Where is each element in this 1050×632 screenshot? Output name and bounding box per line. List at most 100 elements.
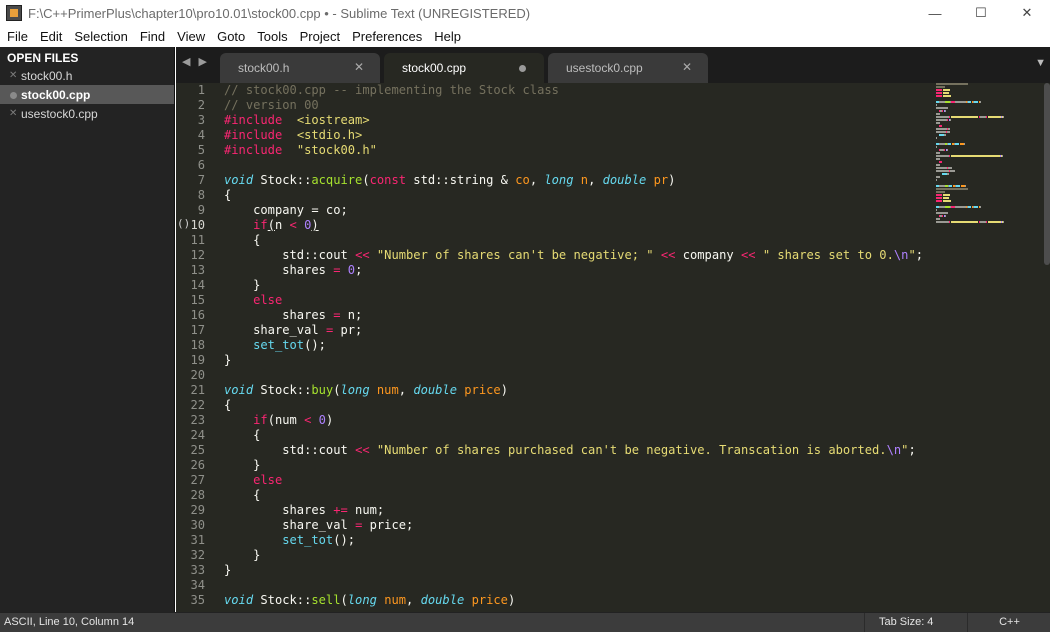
- code-line[interactable]: }: [224, 563, 924, 578]
- code-line[interactable]: }: [224, 353, 924, 368]
- sidebar-file-usestock0-cpp[interactable]: ✕ usestock0.cpp: [0, 104, 174, 123]
- code-line[interactable]: shares += num;: [224, 503, 924, 518]
- code-line[interactable]: {: [224, 188, 924, 203]
- menu-goto[interactable]: Goto: [211, 26, 251, 47]
- code-token: if: [253, 218, 268, 232]
- code-line[interactable]: [224, 158, 924, 173]
- code-token: Stock::: [253, 383, 312, 397]
- tab-prev-icon[interactable]: ◀: [182, 55, 190, 68]
- sidebar-file-stock00-cpp[interactable]: stock00.cpp: [0, 85, 174, 104]
- code-token: ;: [915, 248, 923, 262]
- code-line[interactable]: else: [224, 293, 924, 308]
- code-token: acquire: [311, 173, 363, 187]
- code-line[interactable]: share_val = price;: [224, 518, 924, 533]
- minimap-segment: [936, 158, 940, 160]
- minimap-segment: [936, 146, 937, 148]
- code-line[interactable]: else: [224, 473, 924, 488]
- code-line[interactable]: void Stock::sell(long num, double price): [224, 593, 924, 608]
- code-line[interactable]: {: [224, 233, 924, 248]
- minimap-line: [936, 95, 1046, 97]
- code-line[interactable]: company = co;: [224, 203, 924, 218]
- minimap-line: [936, 188, 1046, 190]
- code-line[interactable]: #include "stock00.h": [224, 143, 924, 158]
- code-line[interactable]: void Stock::buy(long num, double price): [224, 383, 924, 398]
- maximize-button[interactable]: ☐: [958, 0, 1004, 26]
- tab-stock00-cpp[interactable]: stock00.cpp: [384, 53, 544, 83]
- code-line[interactable]: std::cout << "Number of shares purchased…: [224, 443, 924, 458]
- tab-usestock0-cpp[interactable]: usestock0.cpp ✕: [548, 53, 708, 83]
- unsaved-dot-icon[interactable]: [519, 65, 526, 72]
- code-line[interactable]: set_tot();: [224, 533, 924, 548]
- code-token: double: [420, 593, 465, 607]
- tab-close-icon[interactable]: ✕: [354, 60, 364, 74]
- minimap-line: [936, 170, 1046, 172]
- fold-marker-icon[interactable]: (): [177, 217, 190, 230]
- tab-navigation: ◀ ▶: [176, 55, 221, 68]
- code-line[interactable]: if(n < 0): [224, 218, 924, 233]
- syntax-selector[interactable]: C++: [969, 616, 1050, 628]
- code-line[interactable]: {: [224, 488, 924, 503]
- code-token: "Number of shares can't be negative; ": [376, 248, 654, 262]
- tab-next-icon[interactable]: ▶: [198, 55, 206, 68]
- tab-stock00-h[interactable]: stock00.h ✕: [220, 53, 380, 83]
- menu-find[interactable]: Find: [134, 26, 171, 47]
- menu-project[interactable]: Project: [294, 26, 346, 47]
- line-number: 12: [190, 248, 205, 262]
- minimap-line: [936, 128, 1046, 130]
- line-number: 11: [190, 233, 205, 247]
- line-number: 27: [190, 473, 205, 487]
- code-line[interactable]: shares = n;: [224, 308, 924, 323]
- minimap-line: [936, 173, 1046, 175]
- close-file-icon[interactable]: ✕: [9, 70, 21, 81]
- code-token: ): [507, 593, 516, 607]
- code-line[interactable]: [224, 578, 924, 593]
- code-line[interactable]: share_val = pr;: [224, 323, 924, 338]
- code-line[interactable]: }: [224, 278, 924, 293]
- menu-preferences[interactable]: Preferences: [346, 26, 428, 47]
- code-line[interactable]: #include <iostream>: [224, 113, 924, 128]
- editor-scrollbar[interactable]: [1044, 83, 1050, 612]
- code-line[interactable]: // version 00: [224, 98, 924, 113]
- close-file-icon[interactable]: ✕: [9, 108, 21, 119]
- close-button[interactable]: ✕: [1004, 0, 1050, 26]
- code-line[interactable]: {: [224, 398, 924, 413]
- minimap-segment: [936, 107, 948, 109]
- menu-edit[interactable]: Edit: [34, 26, 68, 47]
- menu-view[interactable]: View: [171, 26, 211, 47]
- code-line[interactable]: }: [224, 548, 924, 563]
- tab-overflow-icon[interactable]: ▼: [1035, 57, 1046, 69]
- unsaved-dot-icon[interactable]: [9, 88, 21, 102]
- code-line[interactable]: shares = 0;: [224, 263, 924, 278]
- code-token: num: [384, 593, 407, 607]
- code-token: ;: [355, 263, 363, 277]
- minimap-line: [936, 110, 1046, 112]
- code-token: (: [362, 173, 370, 187]
- menu-help[interactable]: Help: [428, 26, 467, 47]
- code-line[interactable]: {: [224, 428, 924, 443]
- code-token: n: [580, 173, 589, 187]
- minimap-segment: [936, 191, 945, 193]
- code-line[interactable]: std::cout << "Number of shares can't be …: [224, 248, 924, 263]
- tab-size-selector[interactable]: Tab Size: 4: [864, 613, 968, 632]
- code-line[interactable]: if(num < 0): [224, 413, 924, 428]
- code-editor[interactable]: 1 2 3 4 5 6 7 8 9 10 11 12 13 14 15 16 17 18 19 20 21 22 23 24 2…: [176, 83, 1050, 612]
- menu-selection[interactable]: Selection: [68, 26, 133, 47]
- code-line[interactable]: }: [224, 458, 924, 473]
- menu-file[interactable]: File: [1, 26, 34, 47]
- code-line[interactable]: [224, 368, 924, 383]
- code-line[interactable]: void Stock::acquire(const std::string & …: [224, 173, 924, 188]
- code-line[interactable]: set_tot();: [224, 338, 924, 353]
- scrollbar-thumb[interactable]: [1044, 83, 1050, 265]
- minimap[interactable]: [936, 83, 1046, 223]
- tab-close-icon[interactable]: ✕: [682, 60, 692, 74]
- sidebar-file-stock00-h[interactable]: ✕ stock00.h: [0, 66, 174, 85]
- code-token: }: [224, 563, 232, 577]
- menu-tools[interactable]: Tools: [251, 26, 293, 47]
- minimize-button[interactable]: —: [912, 0, 958, 26]
- code-area[interactable]: // stock00.cpp -- implementing the Stock…: [224, 83, 924, 608]
- code-line[interactable]: #include <stdio.h>: [224, 128, 924, 143]
- code-line[interactable]: // stock00.cpp -- implementing the Stock…: [224, 83, 924, 98]
- minimap-line: [936, 182, 1046, 184]
